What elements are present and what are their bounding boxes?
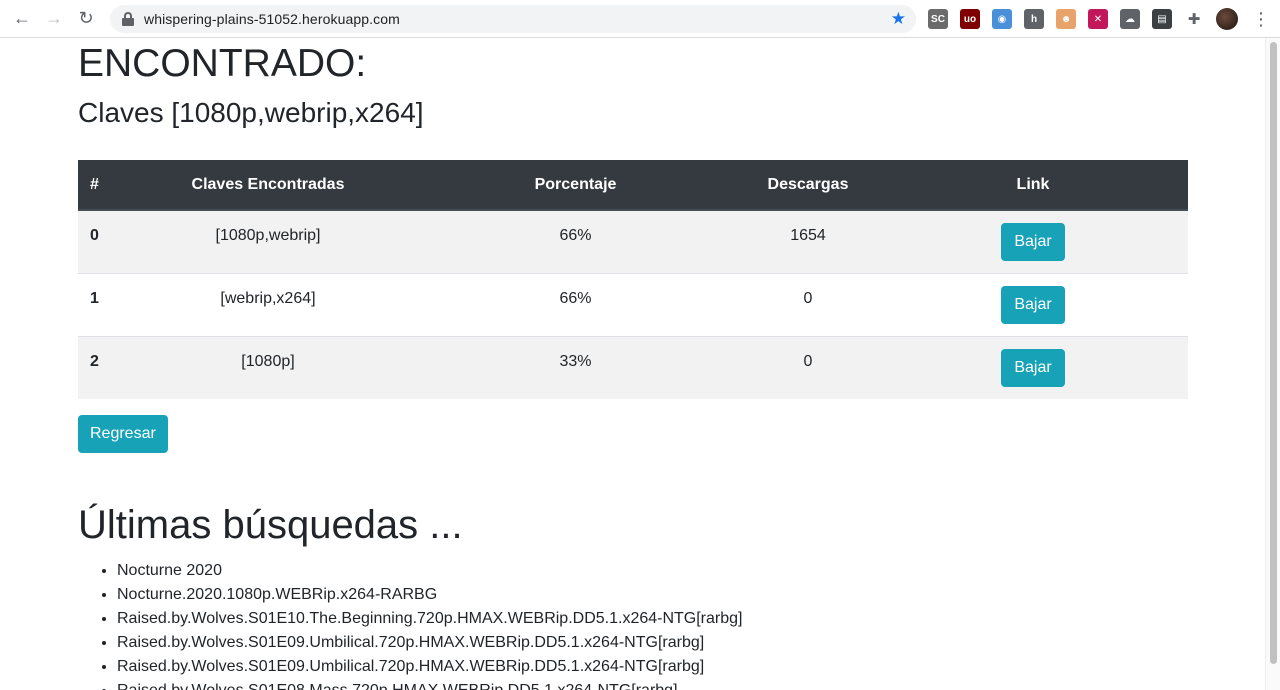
row-downloads: 1654 xyxy=(790,227,826,244)
browser-toolbar: ← → ↻ whispering-plains-51052.herokuapp.… xyxy=(0,0,1280,38)
list-item: Nocturne.2020.1080p.WEBRip.x264-RARBG xyxy=(117,583,1188,607)
reader-icon[interactable]: ▤ xyxy=(1152,9,1172,29)
recent-searches-heading: Últimas búsquedas ... xyxy=(78,503,463,547)
list-item: Nocturne 2020 xyxy=(117,559,1188,583)
vertical-scrollbar[interactable] xyxy=(1265,38,1280,690)
page-content: ENCONTRADO: Claves [1080p,webrip,x264] #… xyxy=(78,38,1188,690)
download-button[interactable]: Bajar xyxy=(1001,348,1065,387)
row-downloads: 0 xyxy=(803,352,813,370)
scrollbar-thumb[interactable] xyxy=(1270,42,1277,664)
header-index: # xyxy=(78,160,123,211)
row-keys: [1080p] xyxy=(241,352,295,370)
row-percent: 66% xyxy=(559,227,592,244)
row-downloads: 0 xyxy=(803,289,813,307)
row-keys: [1080p,webrip] xyxy=(215,227,321,244)
url-text[interactable]: whispering-plains-51052.herokuapp.com xyxy=(144,11,400,27)
extensions-puzzle-icon[interactable]: ✚ xyxy=(1184,9,1204,29)
forward-arrow-icon[interactable]: → xyxy=(38,3,70,35)
list-item: Raised.by.Wolves.S01E09.Umbilical.720p.H… xyxy=(117,655,1188,679)
bookmark-star-icon[interactable]: ★ xyxy=(891,9,906,29)
recent-searches-list: Nocturne 2020 Nocturne.2020.1080p.WEBRip… xyxy=(78,559,1188,690)
row-keys: [webrip,x264] xyxy=(220,289,316,307)
list-item: Raised.by.Wolves.S01E10.The.Beginning.72… xyxy=(117,607,1188,631)
header-link: Link xyxy=(878,160,1188,211)
list-item: Raised.by.Wolves.S01E09.Umbilical.720p.H… xyxy=(117,631,1188,655)
x-extension-icon[interactable]: ✕ xyxy=(1088,9,1108,29)
row-link-cell: Bajar xyxy=(878,336,1188,399)
download-button[interactable]: Bajar xyxy=(1001,285,1065,324)
address-bar[interactable]: whispering-plains-51052.herokuapp.com ★ xyxy=(110,5,916,33)
header-percent: Porcentaje xyxy=(413,160,738,211)
table-header-row: # Claves Encontradas Porcentaje Descarga… xyxy=(78,160,1188,211)
profile-avatar[interactable] xyxy=(1216,8,1238,30)
row-index: 0 xyxy=(90,227,99,244)
back-button[interactable]: Regresar xyxy=(78,415,168,453)
extensions-bar: SC uo ◉ h ☻ ✕ ☁ ▤ ✚ ⋮ xyxy=(928,8,1270,30)
back-arrow-icon[interactable]: ← xyxy=(6,3,38,35)
row-index: 1 xyxy=(90,289,99,307)
ublock-origin-icon[interactable]: uo xyxy=(960,9,980,29)
header-downloads: Descargas xyxy=(738,160,878,211)
lock-icon[interactable] xyxy=(122,12,134,26)
character-extension-icon[interactable]: ☻ xyxy=(1056,9,1076,29)
reload-icon[interactable]: ↻ xyxy=(70,3,102,35)
list-item: Raised.by.Wolves.S01E08.Mass.720p.HMAX.W… xyxy=(117,679,1188,690)
row-percent: 33% xyxy=(559,352,592,370)
header-keys: Claves Encontradas xyxy=(123,160,413,211)
row-index: 2 xyxy=(90,352,99,370)
cloud-icon[interactable]: ☁ xyxy=(1120,9,1140,29)
wappalyzer-icon[interactable]: ◉ xyxy=(992,9,1012,29)
menu-dots-icon[interactable]: ⋮ xyxy=(1252,10,1270,28)
table-row: 0 [1080p,webrip] 66% 1654 Bajar xyxy=(78,210,1188,273)
heroku-icon[interactable]: h xyxy=(1024,9,1044,29)
row-link-cell: Bajar xyxy=(878,273,1188,336)
row-percent: 66% xyxy=(559,289,592,307)
found-heading: ENCONTRADO: xyxy=(78,42,367,85)
translate-extension-icon[interactable]: SC xyxy=(928,9,948,29)
keys-heading: Claves [1080p,webrip,x264] xyxy=(78,97,424,128)
table-row: 1 [webrip,x264] 66% 0 Bajar xyxy=(78,273,1188,336)
results-table: # Claves Encontradas Porcentaje Descarga… xyxy=(78,160,1188,399)
table-row: 2 [1080p] 33% 0 Bajar xyxy=(78,336,1188,399)
download-button[interactable]: Bajar xyxy=(1001,223,1065,261)
row-link-cell: Bajar xyxy=(878,210,1188,273)
